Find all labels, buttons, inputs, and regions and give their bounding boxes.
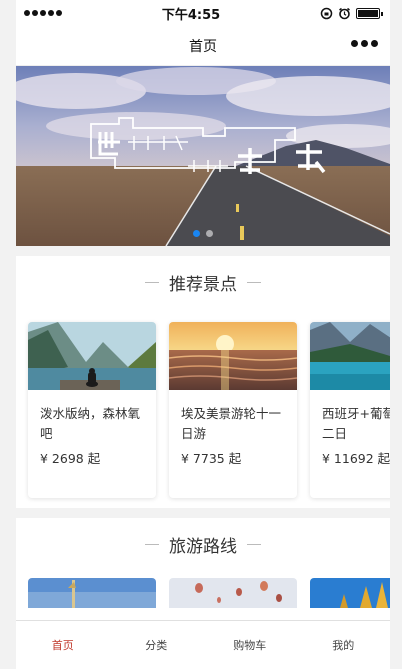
- section-header-recommend: 推荐景点: [16, 256, 390, 308]
- banner-carousel[interactable]: [16, 66, 390, 246]
- attraction-card[interactable]: 西班牙+葡萄牙十二日 ¥ 11692 起: [310, 322, 390, 498]
- phone-screen: 下午4:55 首页 推荐景点 泼水版纳，森林氧吧 ¥ 2698 起 埃及美景游轮…: [16, 0, 390, 669]
- route-image[interactable]: [28, 578, 156, 608]
- status-icons: [320, 7, 383, 20]
- carousel-indicators: [16, 230, 390, 237]
- status-bar: 下午4:55: [16, 0, 390, 26]
- section-title: 推荐景点: [169, 274, 237, 295]
- route-image[interactable]: [310, 578, 390, 608]
- banner-image: [16, 66, 390, 246]
- signal-icon: [24, 10, 62, 16]
- attraction-price: ¥ 7735 起: [181, 451, 242, 466]
- attraction-image: [169, 322, 297, 390]
- attraction-image: [28, 322, 156, 390]
- more-menu-icon[interactable]: [351, 40, 378, 47]
- section-header-routes: 旅游路线: [16, 518, 390, 570]
- indicator-dot[interactable]: [193, 230, 200, 237]
- page-title: 首页: [189, 38, 217, 55]
- alarm-icon: [339, 7, 350, 19]
- route-image[interactable]: [169, 578, 297, 608]
- indicator-dot[interactable]: [206, 230, 213, 237]
- attraction-image: [310, 322, 390, 390]
- tab-category[interactable]: 分类: [110, 621, 204, 669]
- nav-bar: 首页: [16, 26, 390, 66]
- attraction-title: 泼水版纳，森林氧吧: [40, 406, 141, 441]
- rotation-lock-icon: [320, 7, 333, 19]
- section-title: 旅游路线: [169, 536, 237, 557]
- battery-icon: [356, 7, 383, 19]
- tab-cart[interactable]: 购物车: [203, 621, 297, 669]
- attraction-card[interactable]: 埃及美景游轮十一日游 ¥ 7735 起: [169, 322, 297, 498]
- tab-profile[interactable]: 我的: [297, 621, 391, 669]
- routes-list: [16, 570, 390, 608]
- recommend-list: 泼水版纳，森林氧吧 ¥ 2698 起 埃及美景游轮十一日游 ¥ 7735 起 西…: [16, 308, 390, 508]
- attraction-price: ¥ 11692 起: [322, 451, 390, 466]
- tab-bar: 首页 分类 购物车 我的: [16, 620, 390, 669]
- attraction-title: 西班牙+葡萄牙十二日: [322, 406, 390, 441]
- divider: [16, 508, 390, 518]
- attraction-price: ¥ 2698 起: [40, 451, 101, 466]
- divider: [16, 246, 390, 256]
- attraction-title: 埃及美景游轮十一日游: [181, 406, 282, 441]
- status-time: 下午4:55: [161, 7, 221, 23]
- tab-home[interactable]: 首页: [16, 621, 110, 669]
- attraction-card[interactable]: 泼水版纳，森林氧吧 ¥ 2698 起: [28, 322, 156, 498]
